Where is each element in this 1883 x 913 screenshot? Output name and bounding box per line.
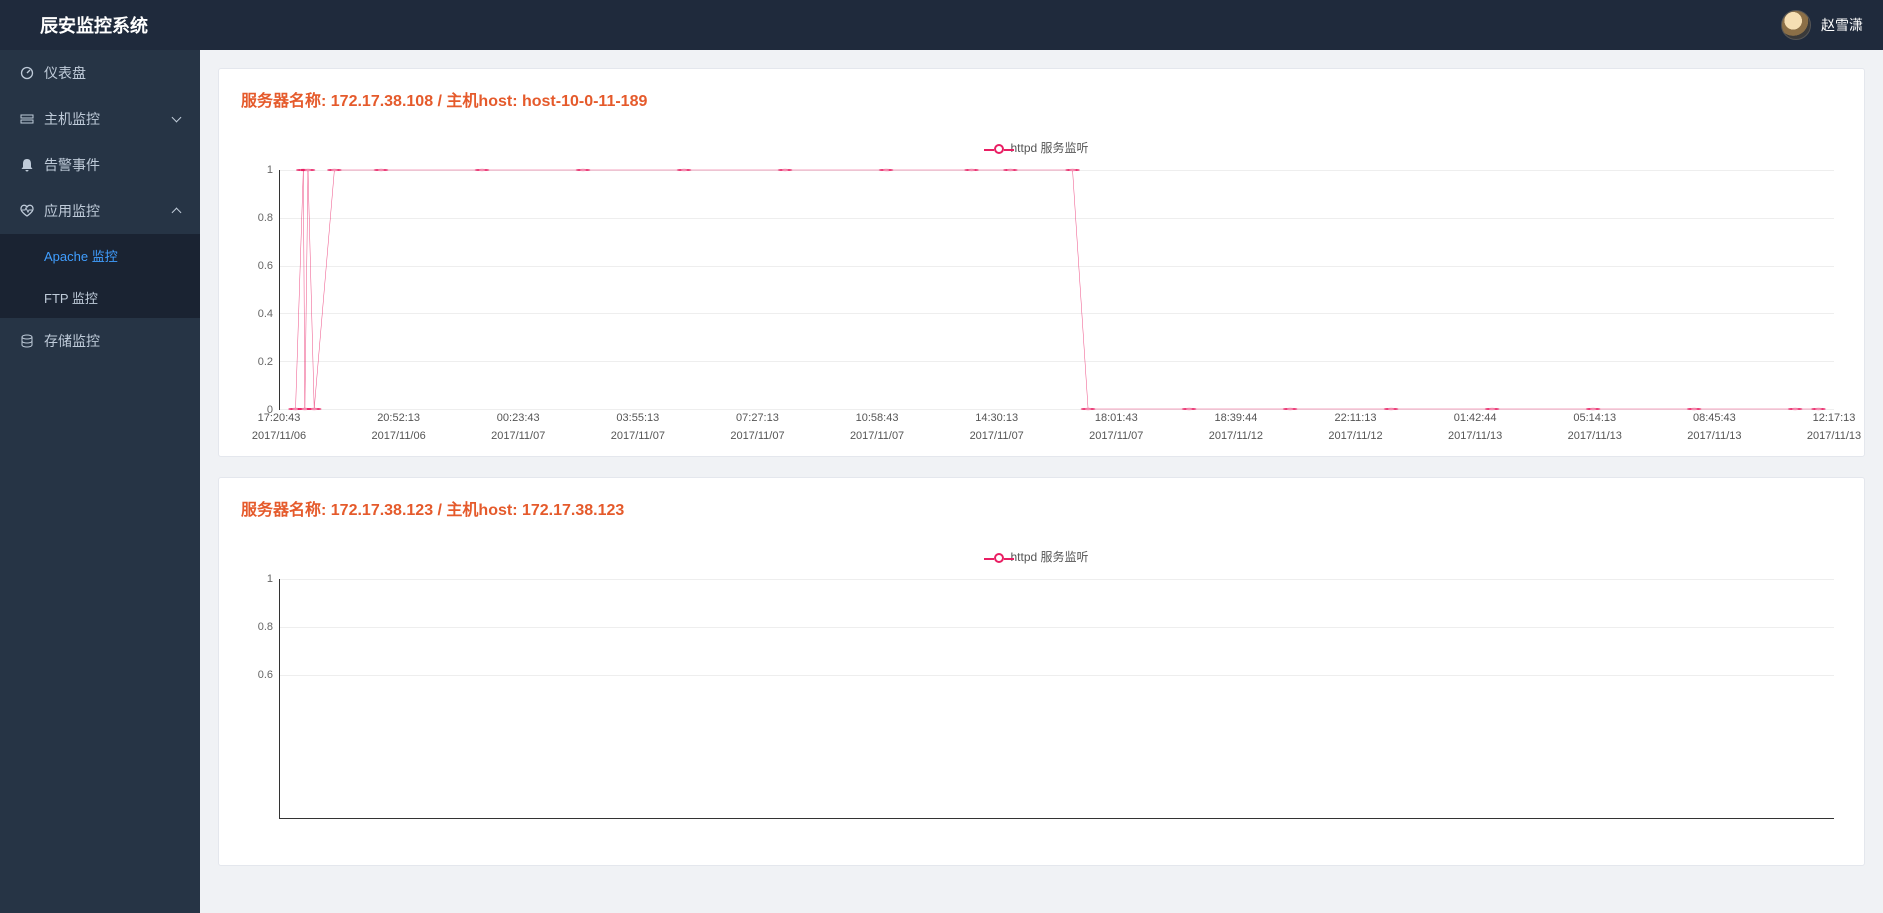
sidebar: 仪表盘主机监控告警事件应用监控 Apache 监控FTP 监控存储监控 <box>0 50 200 913</box>
sidebar-subitem-3-0[interactable]: Apache 监控 <box>0 234 200 276</box>
x-tick-time: 17:20:43 <box>252 410 306 428</box>
avatar <box>1781 10 1811 40</box>
sidebar-item-1[interactable]: 主机监控 <box>0 96 200 142</box>
x-tick-date: 2017/11/06 <box>371 428 425 446</box>
panel-title: 服务器名称: 172.17.38.108 / 主机host: host-10-0… <box>219 69 1864 121</box>
chart-legend[interactable]: httpd 服务监听 <box>219 530 1864 579</box>
chart-panel-0: 服务器名称: 172.17.38.108 / 主机host: host-10-0… <box>218 68 1865 457</box>
x-tick-date: 2017/11/07 <box>730 428 784 446</box>
chart-legend[interactable]: httpd 服务监听 <box>219 121 1864 170</box>
legend-label: httpd 服务监听 <box>1010 141 1088 155</box>
x-tick-date: 2017/11/07 <box>970 428 1024 446</box>
x-tick-time: 18:39:44 <box>1209 410 1263 428</box>
sidebar-item-4[interactable]: 存储监控 <box>0 318 200 364</box>
x-tick-date: 2017/11/07 <box>611 428 665 446</box>
x-tick-date: 2017/11/12 <box>1328 428 1382 446</box>
x-tick-date: 2017/11/12 <box>1209 428 1263 446</box>
x-tick-date: 2017/11/07 <box>1089 428 1143 446</box>
legend-marker-icon <box>994 144 1004 154</box>
app-header: 辰安监控系统 赵雪潇 <box>0 0 1883 50</box>
x-tick-date: 2017/11/13 <box>1687 428 1741 446</box>
x-tick-time: 01:42:44 <box>1448 410 1502 428</box>
sidebar-item-label: 应用监控 <box>44 201 100 221</box>
x-tick-time: 18:01:43 <box>1089 410 1143 428</box>
sidebar-item-label: 仪表盘 <box>44 63 86 83</box>
x-tick-date: 2017/11/13 <box>1568 428 1622 446</box>
main-content: 服务器名称: 172.17.38.108 / 主机host: host-10-0… <box>200 50 1883 913</box>
x-tick-time: 20:52:13 <box>371 410 425 428</box>
sidebar-item-3[interactable]: 应用监控 <box>0 188 200 234</box>
sidebar-item-0[interactable]: 仪表盘 <box>0 50 200 96</box>
line-chart[interactable]: 00.20.40.60.8117:20:432017/11/0620:52:13… <box>279 170 1834 440</box>
x-tick-time: 05:14:13 <box>1568 410 1622 428</box>
x-tick-time: 03:55:13 <box>611 410 665 428</box>
x-tick-date: 2017/11/13 <box>1448 428 1502 446</box>
user-menu[interactable]: 赵雪潇 <box>1781 10 1863 40</box>
x-tick-date: 2017/11/07 <box>491 428 545 446</box>
x-tick-time: 00:23:43 <box>491 410 545 428</box>
chart-panel-1: 服务器名称: 172.17.38.123 / 主机host: 172.17.38… <box>218 477 1865 866</box>
sidebar-item-label: 告警事件 <box>44 155 100 175</box>
x-tick-date: 2017/11/13 <box>1807 428 1861 446</box>
x-tick-date: 2017/11/06 <box>252 428 306 446</box>
x-tick-time: 07:27:13 <box>730 410 784 428</box>
x-tick-time: 14:30:13 <box>970 410 1024 428</box>
line-chart[interactable]: 0.60.81 <box>279 579 1834 849</box>
x-tick-time: 10:58:43 <box>850 410 904 428</box>
x-tick-date: 2017/11/07 <box>850 428 904 446</box>
sidebar-item-2[interactable]: 告警事件 <box>0 142 200 188</box>
panel-title: 服务器名称: 172.17.38.123 / 主机host: 172.17.38… <box>219 478 1864 530</box>
x-tick-time: 12:17:13 <box>1807 410 1861 428</box>
x-tick-time: 08:45:43 <box>1687 410 1741 428</box>
sidebar-item-label: 存储监控 <box>44 331 100 351</box>
legend-label: httpd 服务监听 <box>1010 550 1088 564</box>
sidebar-subitem-3-1[interactable]: FTP 监控 <box>0 276 200 318</box>
sidebar-item-label: 主机监控 <box>44 109 100 129</box>
brand-title: 辰安监控系统 <box>40 12 148 38</box>
username: 赵雪潇 <box>1821 15 1863 35</box>
legend-marker-icon <box>994 553 1004 563</box>
x-tick-time: 22:11:13 <box>1328 410 1382 428</box>
